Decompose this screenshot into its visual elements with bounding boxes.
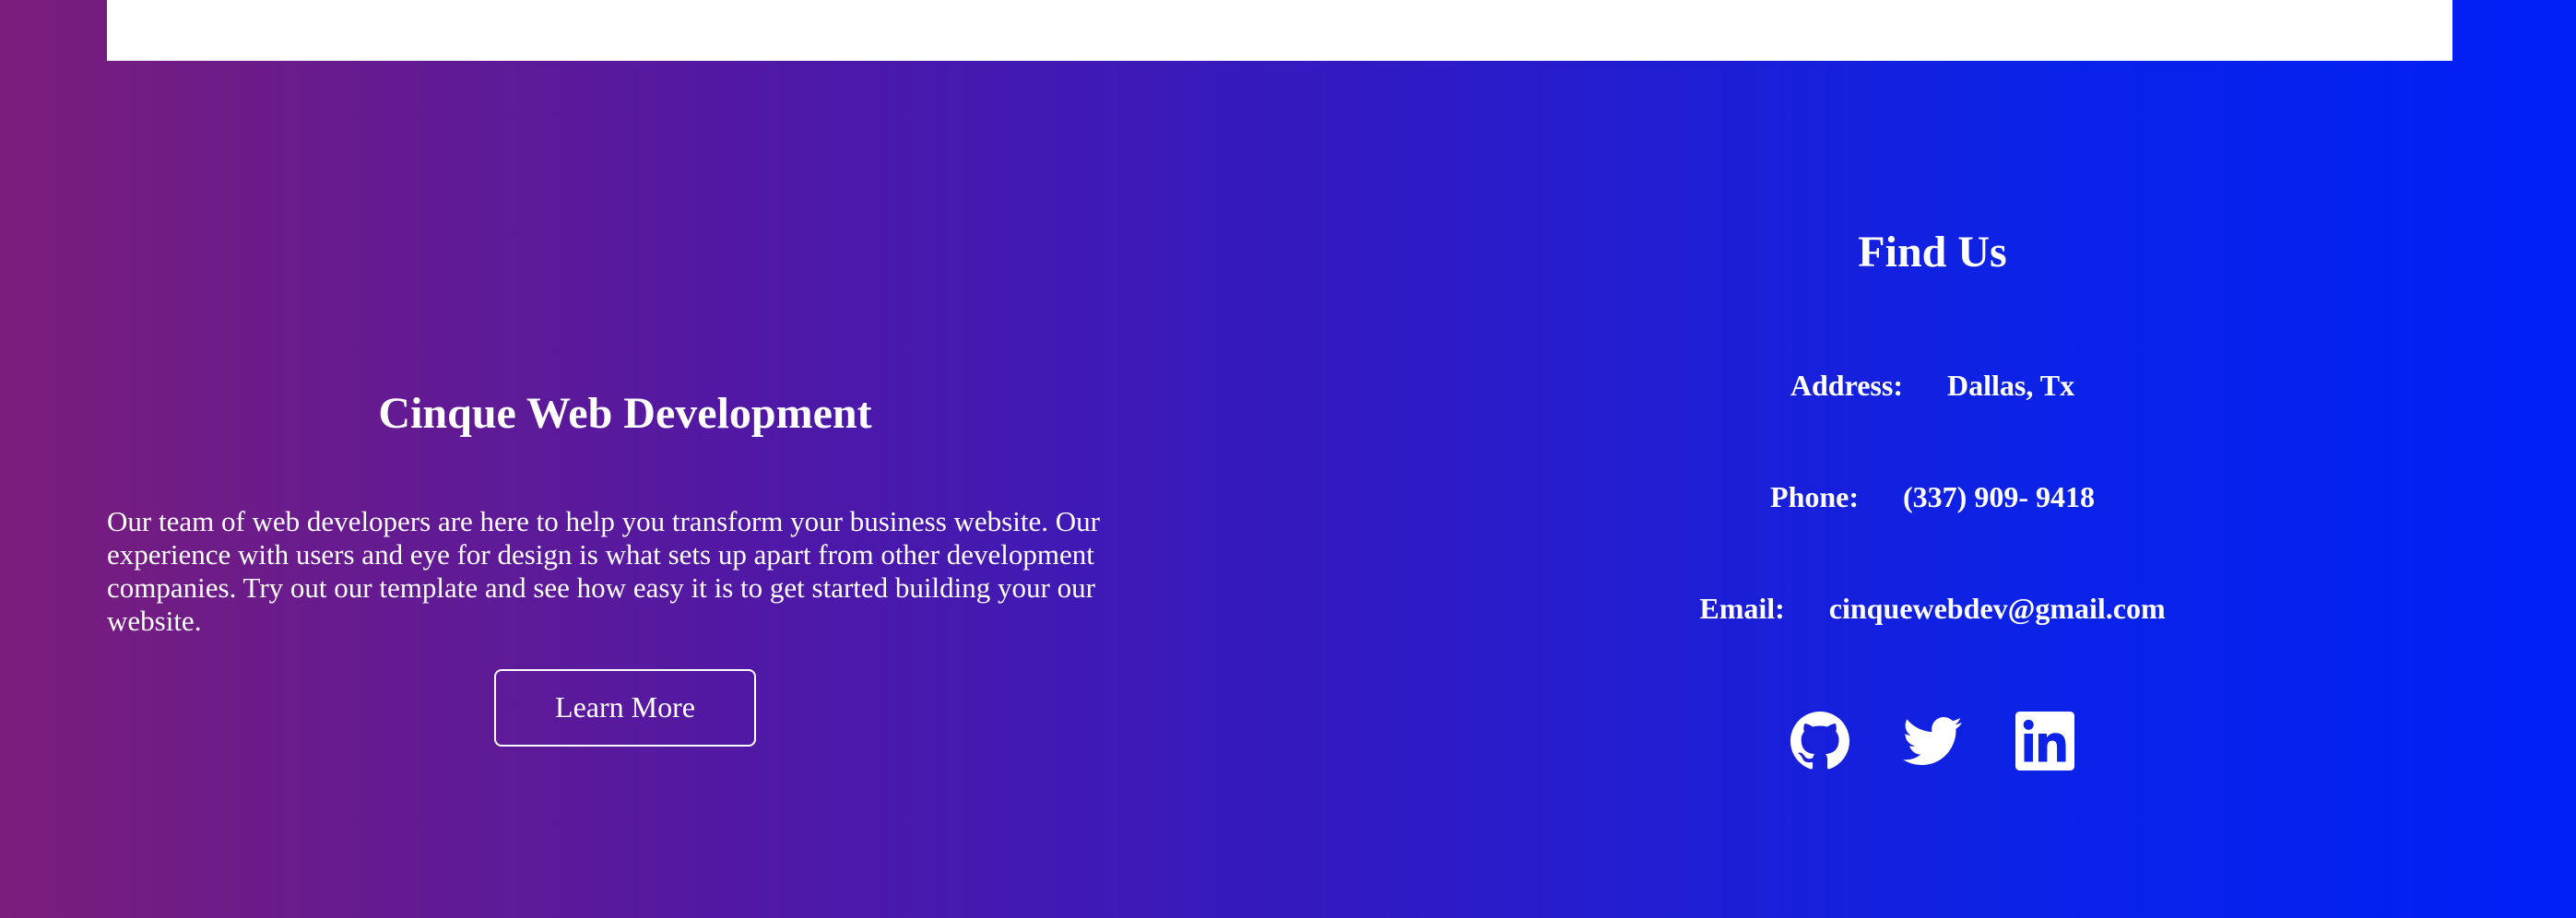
phone-row: Phone: (337) 909- 9418 (1471, 478, 2393, 515)
contact-title: Find Us (1858, 228, 2007, 277)
about-section: Cinque Web Development Our team of web d… (107, 387, 1143, 747)
email-value: cinquewebdev@gmail.com (1828, 591, 2166, 625)
linkedin-icon (2015, 712, 2074, 771)
contact-section: Find Us Address: Dallas, Tx Phone: (337)… (1471, 218, 2393, 771)
about-description: Our team of web developers are here to h… (107, 504, 1100, 637)
email-row: Email: cinquewebdev@gmail.com (1471, 590, 2393, 627)
phone-value: (337) 909- 9418 (1903, 479, 2095, 513)
learn-more-button[interactable]: Learn More (494, 668, 756, 747)
github-link[interactable] (1790, 712, 1849, 771)
address-value: Dallas, Tx (1946, 368, 2075, 402)
email-label: Email: (1699, 591, 1785, 625)
address-label: Address: (1790, 368, 1903, 402)
social-links (1471, 712, 2393, 771)
about-title: Cinque Web Development (378, 389, 872, 438)
twitter-link[interactable] (1903, 712, 1962, 771)
phone-label: Phone: (1770, 479, 1860, 513)
address-row: Address: Dallas, Tx (1471, 367, 2393, 404)
top-bar (107, 0, 2452, 61)
twitter-icon (1903, 717, 1962, 766)
github-icon (1790, 712, 1849, 770)
linkedin-link[interactable] (2015, 712, 2074, 771)
